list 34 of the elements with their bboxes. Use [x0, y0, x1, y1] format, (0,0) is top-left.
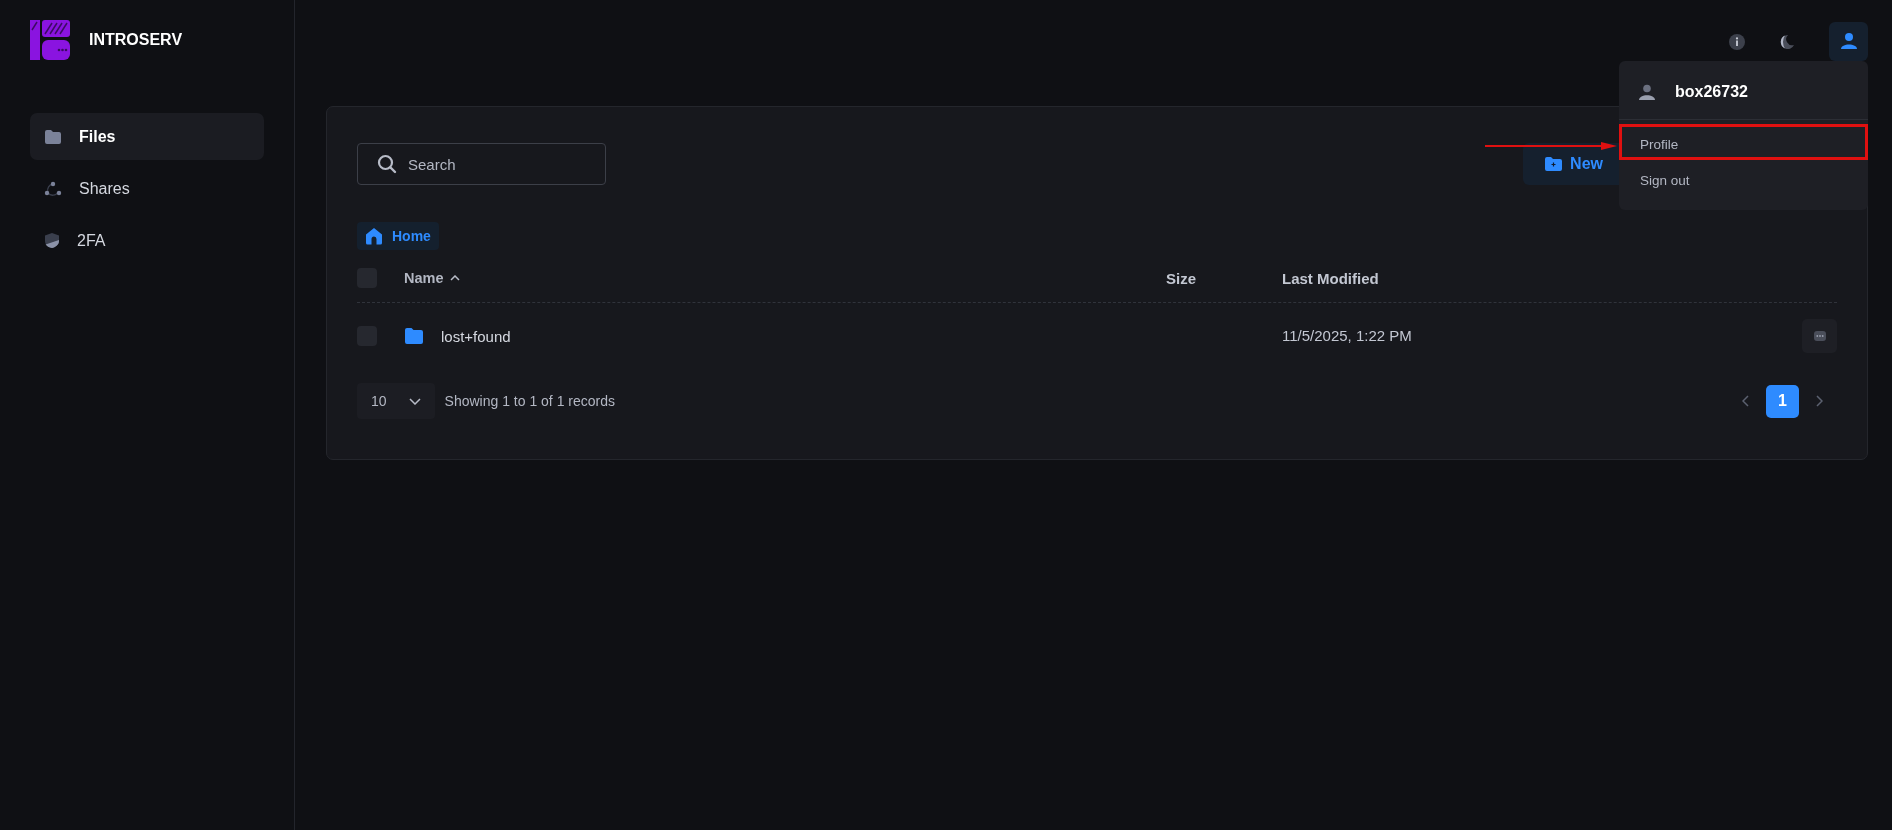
sort-up-icon: [449, 275, 460, 281]
menu-item[interactable]: Profile: [1619, 124, 1868, 160]
folder-icon: [44, 128, 62, 145]
table-cell: 11/5/2025, 1:22 PM: [1282, 327, 1412, 344]
search-field[interactable]: Search: [357, 143, 606, 185]
row-actions-button[interactable]: [1802, 319, 1837, 353]
user-menu-button[interactable]: [1829, 21, 1868, 61]
folder-plus-icon: [1545, 156, 1563, 172]
search-icon: [377, 154, 397, 174]
user-icon: [1839, 32, 1858, 50]
sidebar-item[interactable]: Shares: [30, 165, 264, 212]
sidebar-item[interactable]: Files: [30, 113, 264, 160]
folder-icon: [404, 327, 424, 345]
moon-icon[interactable]: [1779, 34, 1795, 50]
user-icon: [1639, 84, 1655, 100]
share-icon: [44, 180, 62, 197]
chevron-down-icon: [408, 397, 421, 405]
logo-icon: [30, 20, 70, 60]
file-name[interactable]: lost+found: [441, 327, 511, 345]
username: box26732: [1675, 83, 1748, 101]
home-icon: [365, 227, 383, 245]
shield-icon: [44, 232, 60, 249]
more-icon: [1813, 331, 1826, 341]
column-header[interactable]: Last Modified: [1282, 269, 1837, 287]
chevron-left-icon[interactable]: [1742, 395, 1750, 407]
page-size-select[interactable]: 10: [357, 383, 435, 419]
breadcrumb-home[interactable]: Home: [357, 222, 439, 250]
sidebar-item[interactable]: 2FA: [30, 217, 264, 264]
info-icon[interactable]: [1729, 34, 1745, 50]
brand-name: INTROSERV: [89, 31, 183, 49]
column-header[interactable]: Size: [1166, 269, 1282, 287]
records-summary: Showing 1 to 1 of 1 records: [444, 393, 615, 409]
chevron-right-icon[interactable]: [1815, 395, 1823, 407]
column-header[interactable]: Name: [404, 270, 1166, 286]
